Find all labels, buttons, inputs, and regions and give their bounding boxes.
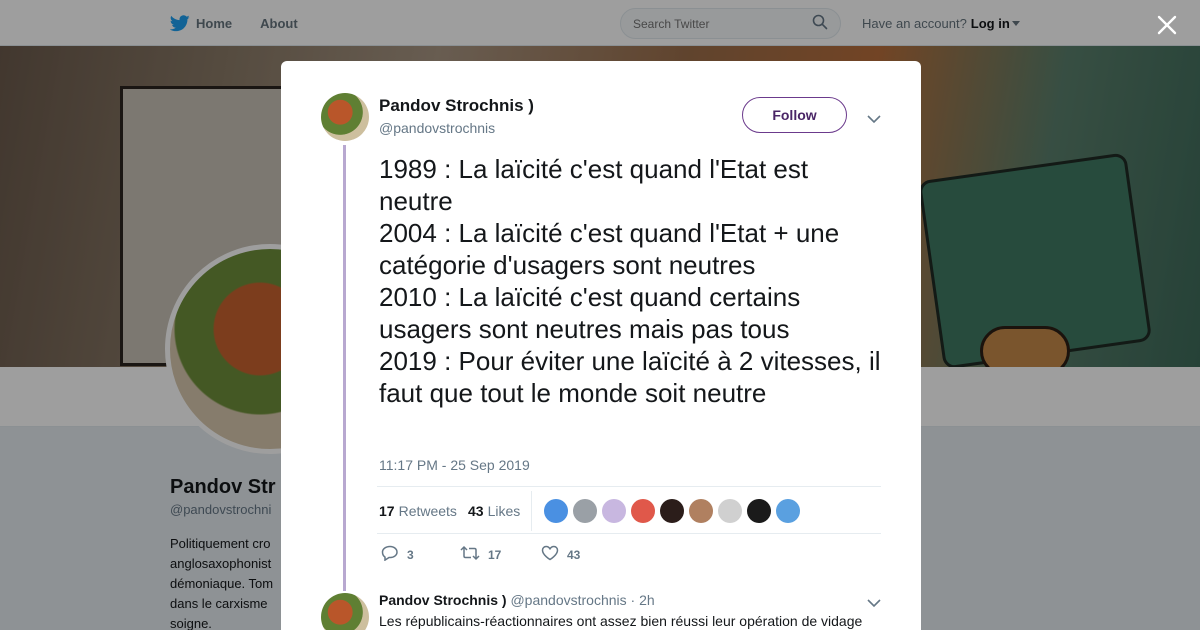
reply-header: Pandov Strochnis ) @pandovstrochnis · 2h (379, 592, 655, 608)
reply-author-name[interactable]: Pandov Strochnis ) (379, 592, 507, 608)
liker-avatar[interactable] (544, 499, 568, 523)
liker-avatar[interactable] (631, 499, 655, 523)
tweet-modal: Pandov Strochnis ) @pandovstrochnis Foll… (281, 61, 921, 630)
chevron-down-icon[interactable] (867, 111, 881, 129)
liker-avatar[interactable] (689, 499, 713, 523)
author-handle[interactable]: @pandovstrochnis (379, 120, 495, 136)
author-avatar[interactable] (321, 93, 369, 141)
retweets-label: Retweets (398, 503, 457, 519)
reply-separator: · (630, 592, 636, 608)
stats-divider (531, 491, 532, 531)
reply-text: Les républicains-réactionnaires ont asse… (379, 613, 863, 629)
liker-avatar[interactable] (660, 499, 684, 523)
likes-count: 43 (468, 503, 484, 519)
reply-action[interactable]: 3 (381, 545, 414, 564)
likes-stat[interactable]: 43 Likes (468, 503, 520, 519)
reply-count: 3 (407, 547, 414, 562)
liker-avatar[interactable] (573, 499, 597, 523)
reply-author-handle[interactable]: @pandovstrochnis (510, 592, 626, 608)
retweet-count: 17 (488, 547, 502, 562)
retweet-icon (460, 545, 488, 564)
tweet-text-line: 2010 : La laïcité c'est quand certains u… (379, 282, 801, 344)
retweets-stat[interactable]: 17 Retweets (379, 503, 457, 519)
tweet-text-line: 1989 : La laïcité c'est quand l'Etat est… (379, 154, 809, 216)
retweet-action[interactable]: 17 (460, 545, 501, 564)
liker-avatar[interactable] (602, 499, 626, 523)
heart-icon (541, 545, 567, 564)
tweet-text-line: 2004 : La laïcité c'est quand l'Etat + u… (379, 218, 840, 280)
reply-time[interactable]: 2h (639, 592, 655, 608)
tweet-timestamp[interactable]: 11:17 PM - 25 Sep 2019 (379, 457, 530, 473)
follow-button[interactable]: Follow (742, 97, 847, 133)
like-count: 43 (567, 547, 581, 562)
reply-icon (381, 545, 407, 564)
thread-connector-line (343, 145, 346, 591)
liker-avatar[interactable] (718, 499, 742, 523)
reply-chevron-down-icon[interactable] (867, 595, 881, 613)
tweet-stats: 17 Retweets 43 Likes (377, 486, 881, 534)
tweet-text-line: 2019 : Pour éviter une laïcité à 2 vites… (379, 346, 881, 408)
likes-label: Likes (487, 503, 521, 519)
like-action[interactable]: 43 (541, 545, 580, 564)
liker-avatar[interactable] (776, 499, 800, 523)
reply-author-avatar[interactable] (321, 593, 369, 630)
liker-avatar[interactable] (747, 499, 771, 523)
close-icon[interactable] (1154, 12, 1180, 38)
tweet-text: 1989 : La laïcité c'est quand l'Etat est… (379, 153, 889, 409)
retweets-count: 17 (379, 503, 395, 519)
author-name[interactable]: Pandov Strochnis ) (379, 96, 534, 116)
